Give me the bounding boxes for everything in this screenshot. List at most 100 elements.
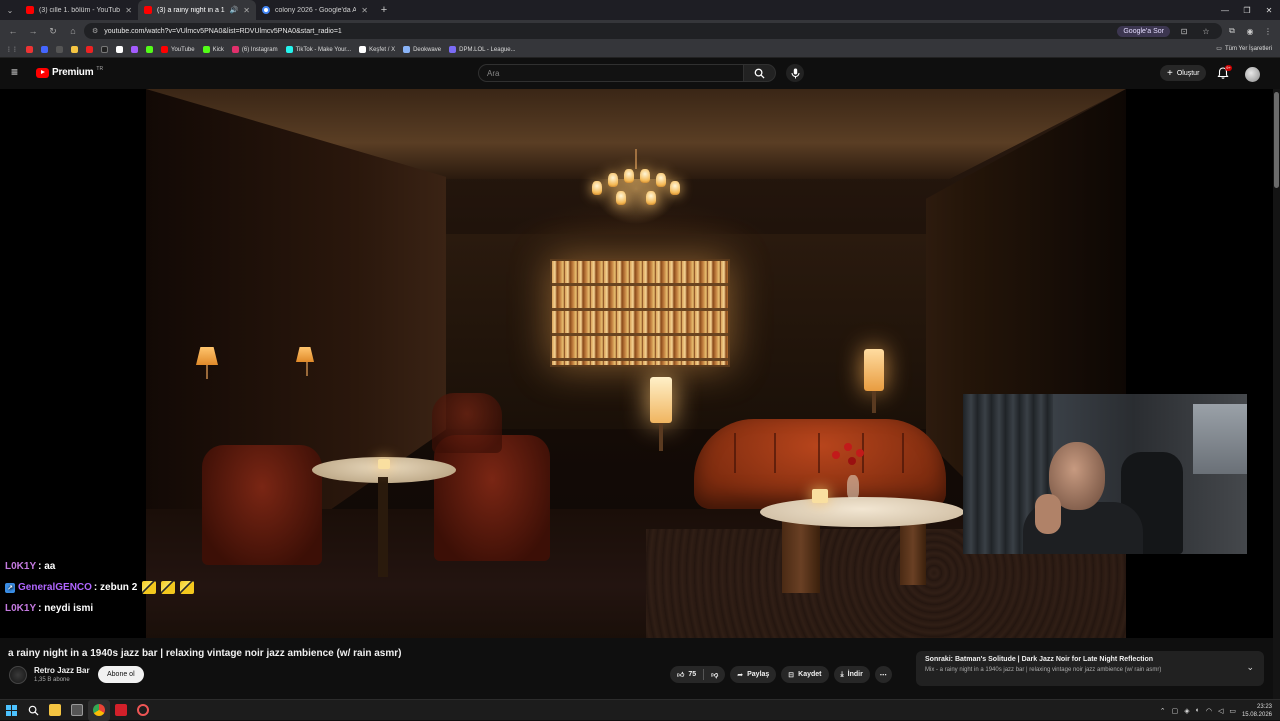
search-button[interactable] xyxy=(744,64,776,82)
install-app-icon[interactable]: ⊡ xyxy=(1176,23,1192,39)
bookmark-icon-shortcut[interactable] xyxy=(41,46,48,53)
browser-tab-strip: ⌄ (3) cille 1. bölüm - YouTube ✕ (3) a r… xyxy=(0,0,1280,20)
logo-text: Premium xyxy=(52,67,94,78)
chrome-icon[interactable] xyxy=(88,699,110,721)
emote-icon xyxy=(161,581,176,594)
coffee-table-leg xyxy=(900,519,926,585)
calendar-app-icon[interactable] xyxy=(66,700,88,721)
close-window-icon[interactable]: ✕ xyxy=(1258,0,1280,20)
menu-dots-icon[interactable]: ⋮ xyxy=(1260,23,1276,39)
tab-title: colony 2026 - Google'da Ara xyxy=(275,6,357,14)
reload-icon[interactable]: ↻ xyxy=(44,22,62,40)
app-red-icon[interactable] xyxy=(110,700,132,721)
start-button[interactable] xyxy=(0,700,22,721)
up-next-card[interactable]: Sonraki: Batman's Solitude | Dark Jazz N… xyxy=(916,651,1264,686)
download-icon: ⤓ xyxy=(840,670,844,678)
chat-text: : zebun 2 xyxy=(93,582,138,593)
share-arrow-icon: ➦ xyxy=(737,671,744,679)
profile-icon[interactable]: ◉ xyxy=(1242,23,1258,39)
video-actions: 👍︎ 75 👎︎ ➦ Paylaş ⊟ Kaydet ⤓ İndir ⋯ xyxy=(670,666,892,683)
volume-icon[interactable]: ◁ xyxy=(1218,707,1223,715)
app-gear-icon[interactable] xyxy=(132,700,154,721)
chat-username: GeneralGENCO xyxy=(18,582,92,593)
subscribe-button[interactable]: Abone ol xyxy=(98,666,144,683)
bookmark-icon-shortcut[interactable] xyxy=(86,46,93,53)
tab-rainy-night[interactable]: (3) a rainy night in a 1940s 🔊 ✕ xyxy=(138,0,256,20)
tray-app-icon[interactable]: ◈ xyxy=(1184,707,1189,715)
youtube-premium-logo[interactable]: Premium TR xyxy=(36,66,103,78)
bookmark-icon-shortcut[interactable] xyxy=(146,46,153,53)
taskbar-search-icon[interactable] xyxy=(22,700,44,721)
back-arrow-icon[interactable]: ← xyxy=(4,22,22,40)
share-button[interactable]: ➦ Paylaş xyxy=(730,666,777,683)
bookmark-youtube[interactable]: YouTube xyxy=(161,46,195,53)
minimize-icon[interactable]: — xyxy=(1214,0,1236,20)
bookmark-kick[interactable]: Kick xyxy=(202,46,224,53)
like-count: 75 xyxy=(688,671,697,678)
candle xyxy=(378,459,390,469)
account-avatar[interactable] xyxy=(1245,67,1260,82)
tab-cille[interactable]: (3) cille 1. bölüm - YouTube ✕ xyxy=(20,0,138,20)
apps-grid-icon[interactable]: ⋮⋮ xyxy=(6,46,18,53)
google-ask-button[interactable]: Google'a Sor xyxy=(1117,25,1170,37)
bookmark-icon-shortcut[interactable] xyxy=(71,46,78,53)
emote-icon xyxy=(180,581,195,594)
close-tab-icon[interactable]: ✕ xyxy=(125,6,132,15)
bookmark-deokwave[interactable]: Deokwave xyxy=(403,46,441,53)
bookmark-x[interactable]: Keşfet / X xyxy=(359,46,395,53)
google-favicon-icon xyxy=(262,6,270,14)
battery-icon[interactable]: ▭ xyxy=(1229,707,1236,715)
all-bookmarks-button[interactable]: ▭ Tüm Yer İşaretleri xyxy=(1216,45,1272,53)
bookmark-icon-shortcut[interactable] xyxy=(131,46,138,53)
bookmark-icon-shortcut[interactable] xyxy=(101,46,108,53)
bookmark-tiktok[interactable]: TikTok - Make Your... xyxy=(285,46,351,53)
stream-chat-overlay: L0K1Y : aa ↗ GeneralGENCO : zebun 2 L0K1… xyxy=(5,556,265,619)
site-info-icon[interactable]: ⚙ xyxy=(92,27,98,35)
table-lamp xyxy=(650,377,672,451)
speaker-icon[interactable]: 🔊 xyxy=(230,6,239,14)
tray-overflow-chevron-icon[interactable]: ⌃ xyxy=(1160,707,1166,715)
tab-search-icon[interactable]: ⌄ xyxy=(0,0,20,20)
create-label: Oluştur xyxy=(1176,69,1200,77)
chat-username: L0K1Y xyxy=(5,603,37,614)
tab-colony[interactable]: colony 2026 - Google'da Ara ✕ xyxy=(256,0,374,20)
voice-search-button[interactable] xyxy=(786,64,804,82)
close-tab-icon[interactable]: ✕ xyxy=(243,6,250,15)
bookmark-icon-shortcut[interactable] xyxy=(116,46,123,53)
save-button[interactable]: ⊟ Kaydet xyxy=(781,666,829,683)
channel-avatar[interactable] xyxy=(9,666,27,684)
close-tab-icon[interactable]: ✕ xyxy=(361,6,368,15)
wifi-icon[interactable]: ◠ xyxy=(1206,707,1212,715)
bookmark-label: YouTube xyxy=(171,46,195,53)
bookmark-icon-shortcut[interactable] xyxy=(26,46,33,53)
youtube-play-icon xyxy=(36,67,49,78)
create-button[interactable]: + Oluştur xyxy=(1160,65,1207,81)
hamburger-menu-icon[interactable]: ≡ xyxy=(11,66,23,79)
new-tab-button[interactable]: + xyxy=(374,4,394,16)
bookmark-instagram[interactable]: (6) Instagram xyxy=(231,46,278,53)
home-icon[interactable]: ⌂ xyxy=(64,22,82,40)
extensions-icon[interactable]: ⧉ xyxy=(1224,23,1240,39)
search-input[interactable]: Ara xyxy=(478,64,744,82)
bookmark-label: Keşfet / X xyxy=(369,46,396,53)
forward-arrow-icon[interactable]: → xyxy=(24,22,42,40)
tray-app-icon[interactable]: ▢ xyxy=(1172,707,1179,715)
download-button[interactable]: ⤓ İndir xyxy=(833,666,870,683)
clock[interactable]: 23:23 15.08.2026 xyxy=(1242,703,1272,719)
more-actions-button[interactable]: ⋯ xyxy=(874,666,892,683)
url-text: youtube.com/watch?v=VUlmcv5PNA0&list=RDV… xyxy=(104,27,342,35)
video-player[interactable]: L0K1Y : aa ↗ GeneralGENCO : zebun 2 L0K1… xyxy=(0,89,1280,638)
folder-icon: ▭ xyxy=(1216,46,1222,52)
like-button[interactable]: 👍︎ 75 xyxy=(670,666,703,683)
chevron-down-icon[interactable]: ⌄ xyxy=(1246,662,1254,673)
dislike-button[interactable]: 👎︎ xyxy=(704,666,725,683)
tray-app-icon[interactable]: ◐ xyxy=(1196,707,1200,714)
maximize-icon[interactable]: ❐ xyxy=(1236,0,1258,20)
bookmark-icon-shortcut[interactable] xyxy=(56,46,63,53)
address-bar[interactable]: ⚙ youtube.com/watch?v=VUlmcv5PNA0&list=R… xyxy=(84,23,1222,39)
scrollbar-thumb[interactable] xyxy=(1274,92,1279,188)
channel-name[interactable]: Retro Jazz Bar xyxy=(34,666,90,675)
bookmark-dpm[interactable]: DPM.LOL - League... xyxy=(449,46,516,53)
bookmark-star-icon[interactable]: ☆ xyxy=(1198,23,1214,39)
file-explorer-icon[interactable] xyxy=(44,700,66,721)
